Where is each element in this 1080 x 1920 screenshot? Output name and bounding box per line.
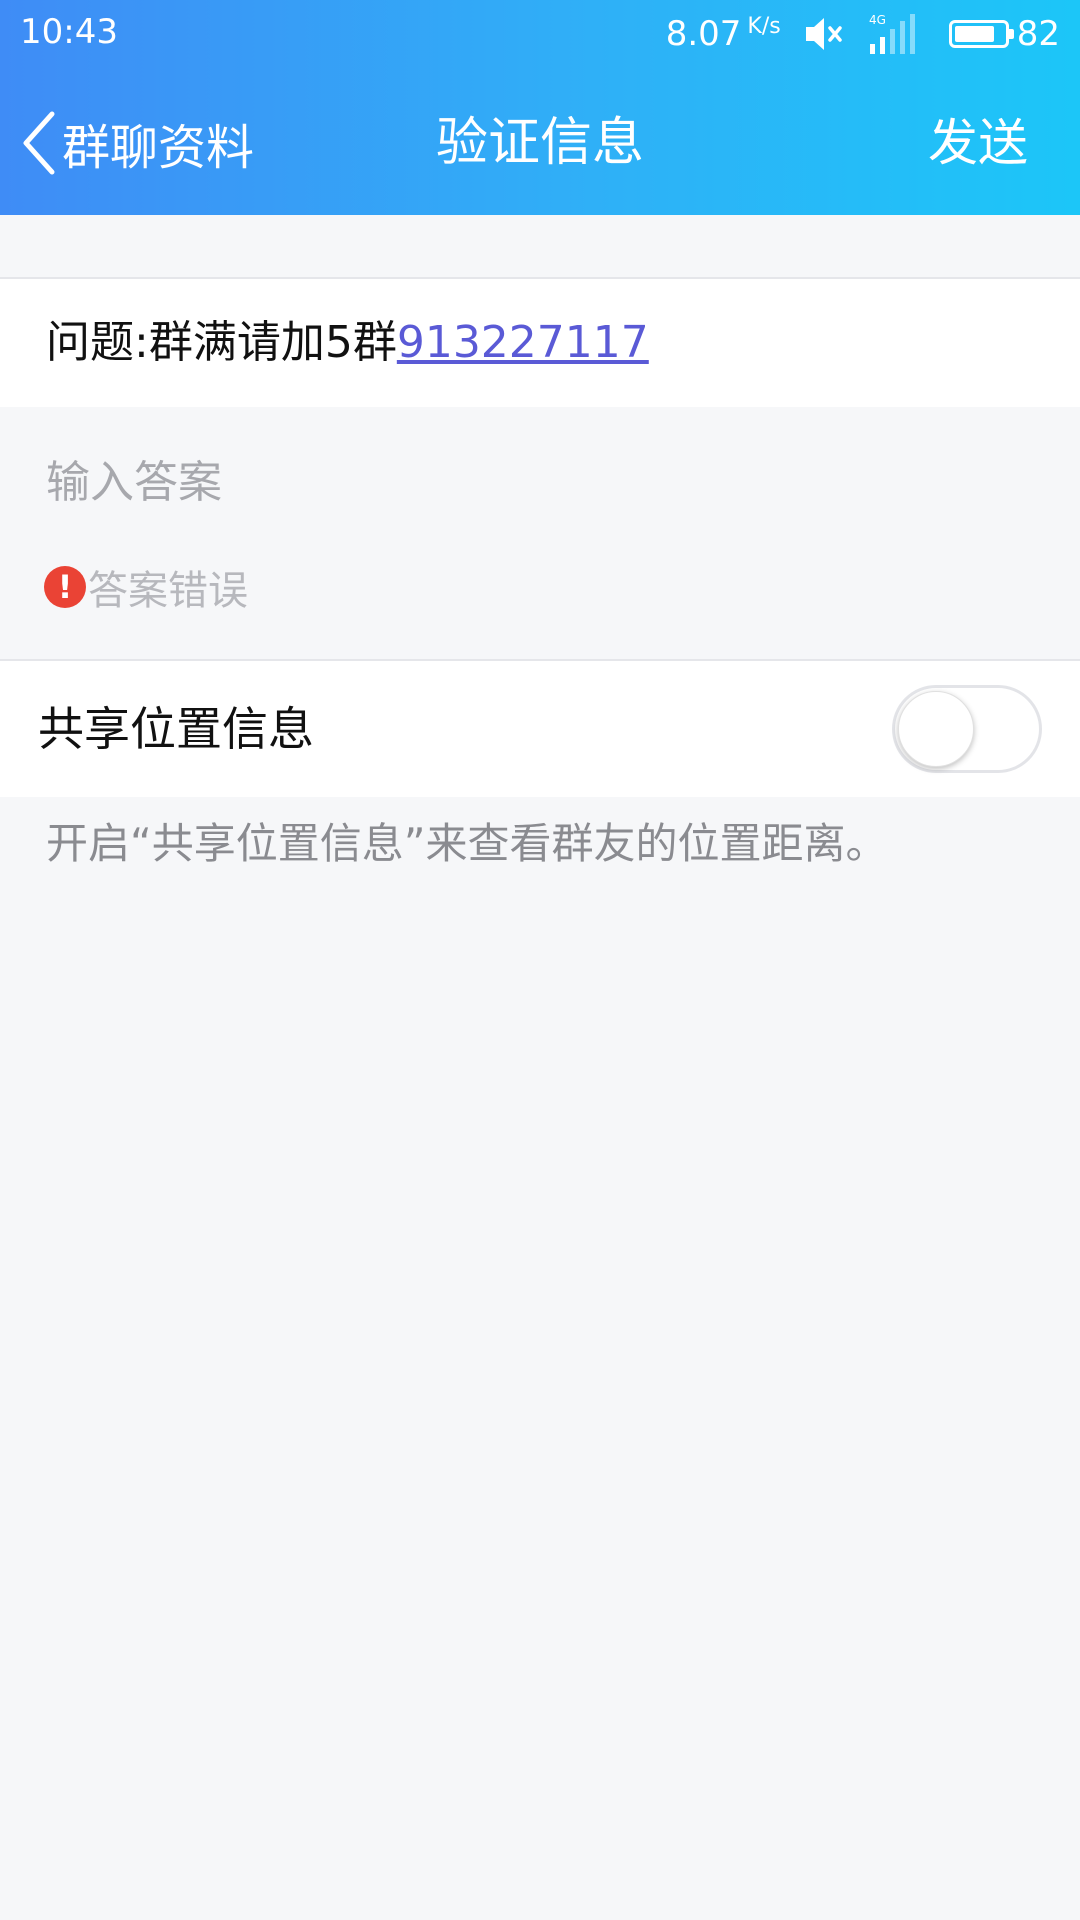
question-link[interactable]: 913227117 [397, 317, 649, 368]
battery-level: 82 [1016, 14, 1060, 54]
network-speed: 8.07 K/s [666, 14, 781, 54]
share-location-row: 共享位置信息 [0, 659, 1080, 797]
share-location-label: 共享位置信息 [38, 702, 314, 756]
share-location-hint: 开启“共享位置信息”来查看群友的位置距离。 [46, 819, 888, 868]
mute-icon [803, 14, 847, 54]
share-location-toggle[interactable] [892, 685, 1042, 773]
error-text: 答案错误 [88, 568, 248, 614]
toggle-knob [898, 691, 974, 767]
error-icon: ! [44, 566, 86, 608]
status-bar: 10:43 8.07 K/s 4G 82 [0, 0, 1080, 70]
question-prefix: 问题:群满请加5群 [46, 317, 397, 368]
back-button-label: 群聊资料 [62, 120, 255, 176]
battery-fill [954, 26, 995, 42]
battery-indicator: 82 [948, 14, 1060, 54]
status-indicators: 8.07 K/s 4G 82 [666, 10, 1060, 58]
answer-input[interactable] [46, 447, 1026, 517]
network-speed-unit: K/s [747, 14, 781, 39]
status-time: 10:43 [20, 12, 118, 52]
app-header: 10:43 8.07 K/s 4G 82 群聊资料 验证信息 发送 [0, 0, 1080, 215]
back-button[interactable]: 群聊资料 [18, 108, 254, 178]
network-speed-value: 8.07 [665, 14, 742, 54]
nav-bar: 群聊资料 验证信息 发送 [0, 70, 1080, 215]
chevron-left-icon [23, 111, 55, 175]
error-message: ! 答案错误 [44, 562, 248, 614]
battery-icon [948, 20, 1014, 48]
signal-icon: 4G [869, 12, 927, 56]
question-text: 问题:群满请加5群913227117 [46, 279, 649, 407]
send-button[interactable]: 发送 [928, 108, 1028, 178]
answer-block: ! 答案错误 [0, 407, 1080, 659]
network-type-label: 4G [869, 13, 886, 27]
question-row: 问题:群满请加5群913227117 [0, 277, 1080, 407]
